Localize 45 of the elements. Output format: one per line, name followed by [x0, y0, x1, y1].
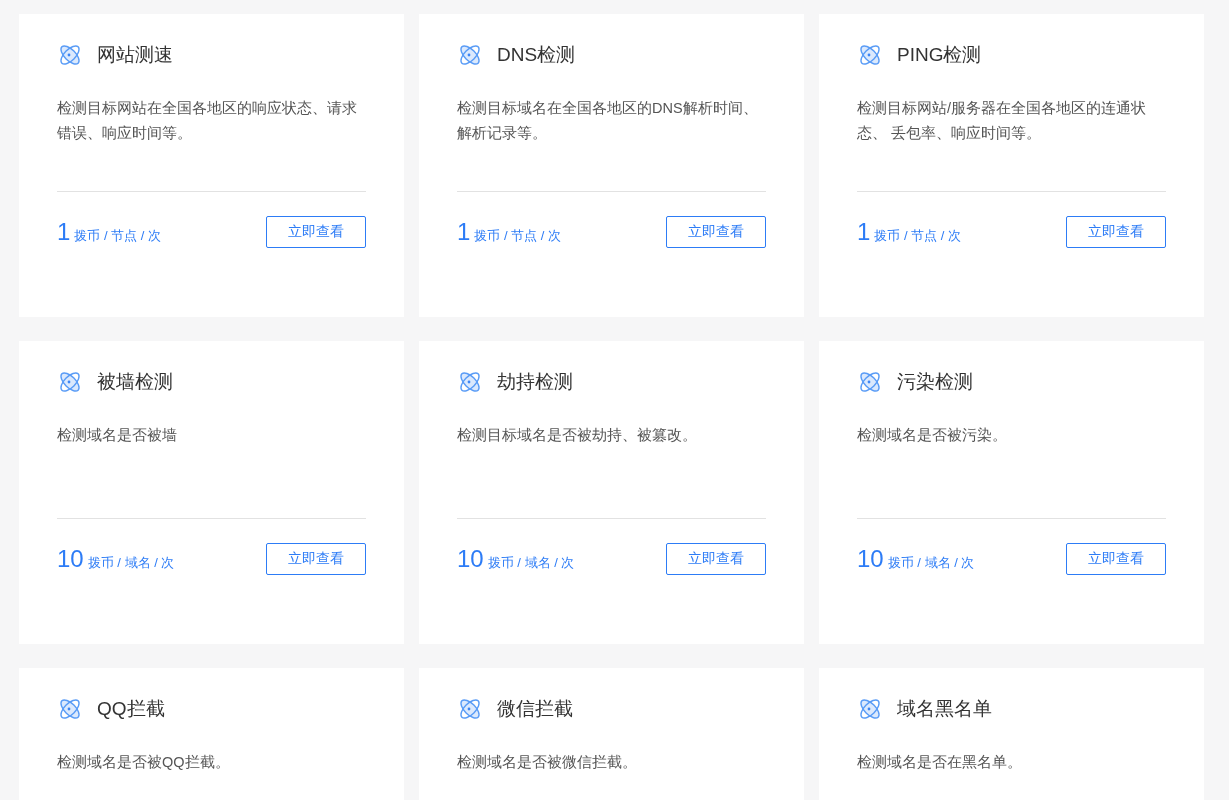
- price-unit: 拨币 / 域名 / 次: [487, 554, 575, 572]
- card-description: 检测目标域名在全国各地区的DNS解析时间、解析记录等。: [457, 99, 759, 143]
- view-button[interactable]: 立即查看: [1066, 216, 1166, 248]
- card-description: 检测域名是否被污染。: [857, 426, 1008, 445]
- price-amount: 10: [457, 545, 484, 573]
- card-title: QQ拦截: [97, 697, 165, 721]
- price-unit: 拨币 / 域名 / 次: [887, 554, 975, 572]
- card-description: 检测目标网站在全国各地区的响应状态、请求错误、响应时间等。: [57, 99, 358, 143]
- price-unit: 拨币 / 节点 / 次: [474, 227, 562, 245]
- card-title: 域名黑名单: [897, 697, 992, 721]
- atom-icon: [857, 369, 883, 395]
- card-title: 污染检测: [897, 370, 973, 394]
- price-unit: 拨币 / 节点 / 次: [874, 227, 962, 245]
- price-amount: 1: [457, 218, 471, 246]
- card-description: 检测域名是否被QQ拦截。: [57, 753, 231, 772]
- card-title: PING检测: [897, 43, 982, 67]
- atom-icon: [457, 696, 483, 722]
- card-title: DNS检测: [497, 43, 576, 67]
- atom-icon: [57, 696, 83, 722]
- view-button[interactable]: 立即查看: [666, 543, 766, 575]
- card-description: 检测域名是否被墙: [57, 426, 178, 445]
- price-amount: 10: [57, 545, 84, 573]
- price-unit: 拨币 / 域名 / 次: [87, 554, 175, 572]
- atom-icon: [857, 42, 883, 68]
- price-amount: 10: [857, 545, 884, 573]
- card-description: 检测目标域名是否被劫持、被篡改。: [457, 426, 698, 445]
- card-description: 检测域名是否在黑名单。: [857, 753, 1023, 772]
- price-unit: 拨币 / 节点 / 次: [74, 227, 162, 245]
- atom-icon: [857, 696, 883, 722]
- view-button[interactable]: 立即查看: [1066, 543, 1166, 575]
- atom-icon: [457, 369, 483, 395]
- atom-icon: [457, 42, 483, 68]
- view-button[interactable]: 立即查看: [266, 543, 366, 575]
- card-title: 劫持检测: [497, 370, 573, 394]
- card-title: 网站测速: [97, 43, 173, 67]
- card-description: 检测目标网站/服务器在全国各地区的连通状态、 丢包率、响应时间等。: [857, 99, 1148, 143]
- atom-icon: [57, 369, 83, 395]
- view-button[interactable]: 立即查看: [666, 216, 766, 248]
- card-description: 检测域名是否被微信拦截。: [457, 753, 638, 772]
- view-button[interactable]: 立即查看: [266, 216, 366, 248]
- price-amount: 1: [857, 218, 871, 246]
- atom-icon: [57, 42, 83, 68]
- card-title: 被墙检测: [97, 370, 173, 394]
- price-amount: 1: [57, 218, 71, 246]
- card-title: 微信拦截: [497, 697, 573, 721]
